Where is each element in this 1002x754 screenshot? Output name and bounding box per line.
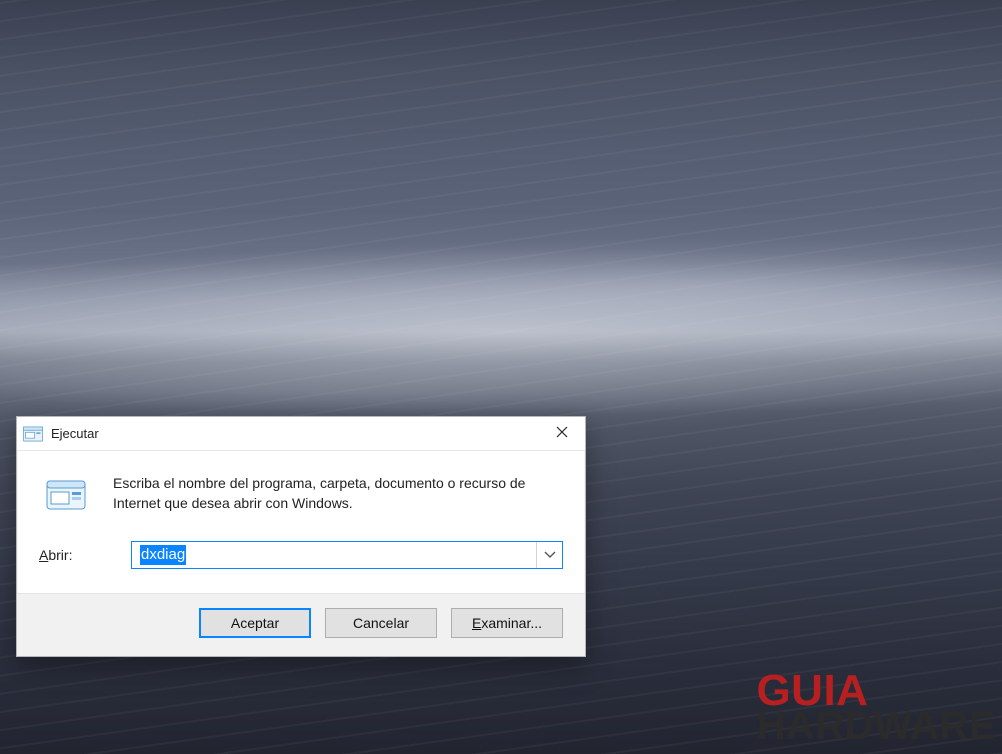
dialog-footer: Aceptar Cancelar Examinar...: [17, 593, 585, 656]
open-combobox[interactable]: dxdiag: [131, 541, 563, 569]
open-dropdown-button[interactable]: [536, 542, 562, 568]
ok-button-label: Aceptar: [231, 615, 279, 631]
browse-button-rest: xaminar...: [481, 615, 542, 631]
dialog-title: Ejecutar: [51, 426, 99, 441]
desktop-wallpaper: GUIA HARDWARE Ejecutar: [0, 0, 1002, 754]
open-row: Abrir: dxdiag: [17, 523, 585, 593]
run-window-icon: [23, 426, 43, 442]
open-input[interactable]: [132, 542, 536, 568]
open-label-rest: brir:: [48, 547, 72, 563]
dialog-description: Escriba el nombre del programa, carpeta,…: [113, 473, 563, 514]
ok-button[interactable]: Aceptar: [199, 608, 311, 638]
close-button[interactable]: [539, 417, 585, 451]
chevron-down-icon: [544, 546, 556, 564]
browse-button-accel: E: [472, 615, 481, 631]
close-icon: [556, 425, 568, 443]
run-glyph-icon: [45, 475, 89, 519]
cancel-button-label: Cancelar: [353, 615, 409, 631]
watermark-logo: GUIA HARDWARE: [756, 672, 996, 744]
browse-button[interactable]: Examinar...: [451, 608, 563, 638]
run-dialog: Ejecutar Escriba el no: [16, 416, 586, 657]
cancel-button[interactable]: Cancelar: [325, 608, 437, 638]
open-label: Abrir:: [39, 547, 131, 563]
watermark-top: GUIA: [756, 672, 996, 711]
open-label-accel: A: [39, 547, 48, 563]
titlebar[interactable]: Ejecutar: [17, 417, 585, 451]
watermark-bottom: HARDWARE: [756, 709, 996, 744]
dialog-body: Escriba el nombre del programa, carpeta,…: [17, 451, 585, 523]
